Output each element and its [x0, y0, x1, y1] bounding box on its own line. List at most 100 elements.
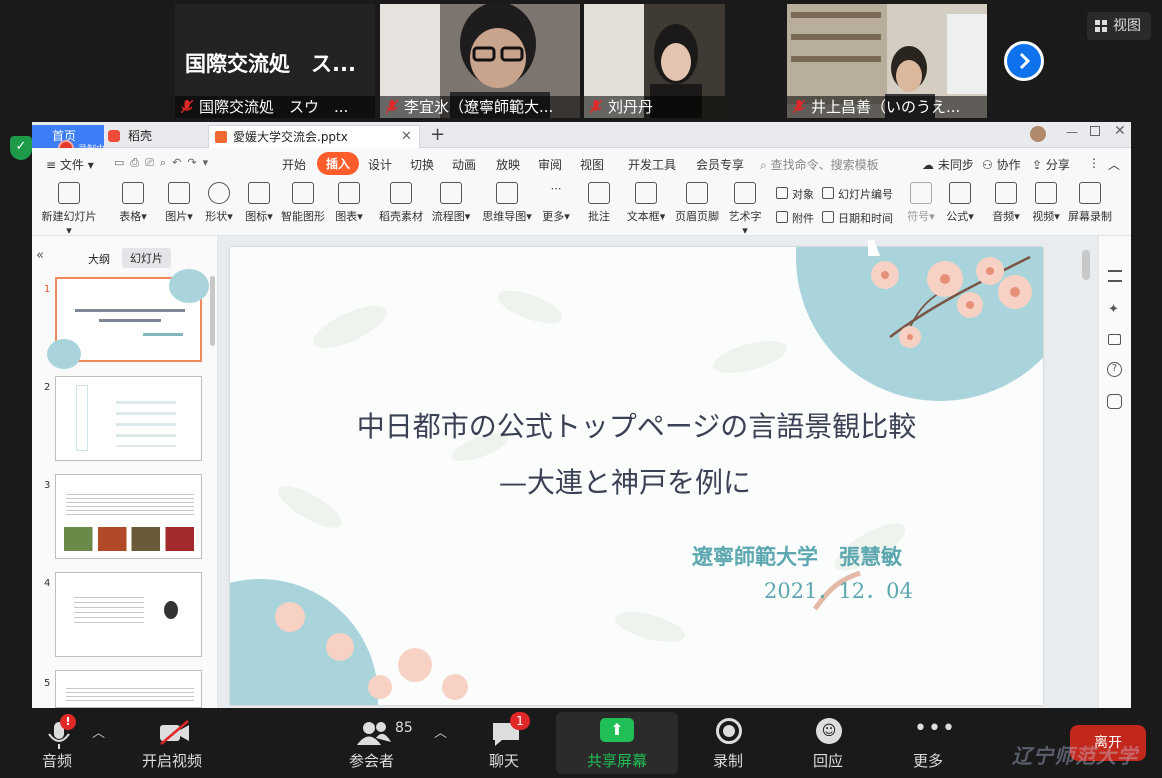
menu-file[interactable]: ≡ 文件 ▾	[46, 156, 94, 173]
more-options-icon[interactable]: ⋮	[1088, 156, 1100, 170]
participants-icon[interactable]	[356, 720, 392, 746]
video-button[interactable]: 视频▾	[1030, 182, 1062, 224]
more-label[interactable]: 更多	[913, 750, 943, 771]
collapse-panel-icon[interactable]: «	[36, 248, 44, 263]
sync-status[interactable]: ☁ 未同步	[922, 156, 974, 173]
screen-record-button[interactable]: 屏幕录制	[1068, 182, 1112, 224]
thumb-number: 5	[44, 678, 51, 689]
menu-home[interactable]: 开始	[282, 156, 306, 173]
settings-icon[interactable]	[1107, 394, 1122, 409]
participant-tile[interactable]: 刘丹丹	[584, 4, 725, 118]
header-footer-button[interactable]: 页眉页脚	[674, 182, 720, 224]
object-button[interactable]: 对象	[776, 186, 814, 202]
video-off-icon[interactable]	[158, 720, 192, 746]
menu-slideshow[interactable]: 放映	[496, 156, 520, 173]
tab-slides[interactable]: 幻灯片	[122, 248, 171, 268]
close-tab-icon[interactable]: ✕	[401, 126, 412, 148]
more-button[interactable]: ⋯ 更多▾	[540, 182, 572, 224]
menu-design[interactable]: 设计	[368, 156, 392, 173]
smart-art-icon	[292, 182, 314, 204]
icon-button[interactable]: 图标▾	[242, 182, 276, 224]
participant-name: 国際交流処 スウ ...	[175, 96, 375, 118]
view-button[interactable]: 视图	[1087, 12, 1151, 40]
share-button[interactable]: ⇪ 分享	[1032, 156, 1070, 173]
participants-options-chevron[interactable]: ︿	[434, 722, 447, 741]
tab-outline[interactable]: 大纲	[88, 251, 110, 267]
more-dots-icon[interactable]: •••	[914, 716, 956, 741]
menu-view[interactable]: 视图	[580, 156, 604, 173]
textbox-button[interactable]: 文本框▾	[626, 182, 666, 224]
reactions-label[interactable]: 回应	[813, 750, 843, 771]
menu-transition[interactable]: 切换	[410, 156, 434, 173]
share-screen-label: 共享屏幕	[586, 752, 647, 770]
slide-thumbnail-5[interactable]	[55, 670, 202, 708]
menu-member[interactable]: 会员专享	[696, 156, 744, 173]
share-screen-button[interactable]: ⬆ 共享屏幕	[556, 712, 678, 774]
slide-thumbnail-1[interactable]	[47, 269, 209, 369]
attachment-button[interactable]: 附件	[776, 210, 814, 226]
participant-tile[interactable]: 国際交流処 ス... 国際交流処 スウ ...	[175, 4, 375, 118]
next-page-button[interactable]	[1004, 41, 1044, 81]
help-icon[interactable]: ?	[1107, 362, 1122, 377]
smart-art-button[interactable]: 智能图形	[280, 182, 326, 224]
minimize-window-button[interactable]: —	[1066, 125, 1078, 139]
menu-animation[interactable]: 动画	[452, 156, 476, 173]
flowchart-button[interactable]: 流程图▾	[430, 182, 472, 224]
record-label[interactable]: 录制	[713, 750, 743, 771]
formula-button[interactable]: 公式▾	[944, 182, 976, 224]
new-tab-button[interactable]: +	[430, 124, 445, 145]
video-label[interactable]: 开启视频	[142, 750, 202, 771]
slide-author[interactable]: 遼寧師範大学 張慧敏	[692, 541, 902, 571]
slide-thumbnail-4[interactable]	[55, 572, 202, 657]
menu-review[interactable]: 审阅	[538, 156, 562, 173]
collapse-ribbon-icon[interactable]: ︿	[1108, 156, 1120, 173]
slide-date[interactable]: 2021．12．04	[764, 575, 913, 605]
collab-button[interactable]: ⚇ 协作	[982, 156, 1021, 173]
tab-pptx-file[interactable]: 愛媛大学交流会.pptx ✕	[208, 125, 420, 148]
table-button[interactable]: 表格▾	[116, 182, 150, 224]
panel-scrollbar[interactable]	[210, 276, 215, 346]
restore-window-button[interactable]	[1090, 126, 1100, 136]
table-icon	[122, 182, 144, 204]
mic-muted-icon	[386, 100, 398, 114]
slide-title-line1[interactable]: 中日都市の公式トップページの言語景観比較	[230, 405, 1043, 445]
slide-1[interactable]: 中日都市の公式トップページの言語景観比較 —大連と神戸を例に 遼寧師範大学 張慧…	[230, 247, 1043, 705]
audio-button[interactable]: 音频▾	[990, 182, 1022, 224]
chat-label[interactable]: 聊天	[489, 750, 519, 771]
pin-icon[interactable]: ✦	[1108, 302, 1119, 317]
slide-thumbnail-2[interactable]	[55, 376, 202, 461]
participant-tile[interactable]: 井上昌善（いのうえ...	[787, 4, 987, 118]
tab-daoke[interactable]: 稻壳	[104, 125, 208, 148]
canvas-scrollbar[interactable]	[1082, 250, 1090, 280]
mindmap-button[interactable]: 思维导图▾	[482, 182, 532, 224]
participant-tile[interactable]: 李宜氷（遼寧師範大...	[380, 4, 580, 118]
reaction-icon[interactable]: ☺	[816, 718, 842, 744]
audio-warning-badge: !	[60, 714, 76, 730]
transition-icon[interactable]	[1108, 334, 1121, 345]
new-slide-button[interactable]: 新建幻灯片▾	[40, 182, 98, 237]
command-search[interactable]: ⌕ 查找命令、搜索模板	[760, 156, 879, 173]
symbol-button[interactable]: 符号▾	[906, 182, 936, 224]
properties-icon[interactable]	[1108, 270, 1122, 282]
record-icon[interactable]	[716, 718, 742, 744]
art-text-button[interactable]: 艺术字▾	[726, 182, 764, 237]
slide-title-line2[interactable]: —大連と神戸を例に	[230, 461, 1020, 501]
avatar[interactable]	[1030, 126, 1046, 142]
lightbulb-icon	[164, 601, 178, 619]
chart-button[interactable]: 图表▾	[334, 182, 364, 224]
grid-view-icon	[1095, 20, 1107, 32]
slide-number-button[interactable]: 幻灯片编号	[822, 186, 893, 202]
image-button[interactable]: 图片▾	[162, 182, 196, 224]
comment-button[interactable]: 批注	[586, 182, 612, 224]
shape-button[interactable]: 形状▾	[202, 182, 236, 224]
menu-devtools[interactable]: 开发工具	[628, 156, 676, 173]
datetime-button[interactable]: 日期和时间	[822, 210, 893, 226]
participants-label[interactable]: 参会者	[349, 750, 394, 771]
new-slide-icon	[58, 182, 80, 204]
audio-options-chevron[interactable]: ︿	[92, 722, 105, 741]
daoke-material-button[interactable]: 稻壳素材	[378, 182, 424, 224]
slide-thumbnail-3[interactable]	[55, 474, 202, 559]
thumb-text	[75, 309, 185, 312]
menu-insert[interactable]: 插入	[317, 152, 360, 175]
close-window-button[interactable]: ✕	[1114, 123, 1126, 139]
